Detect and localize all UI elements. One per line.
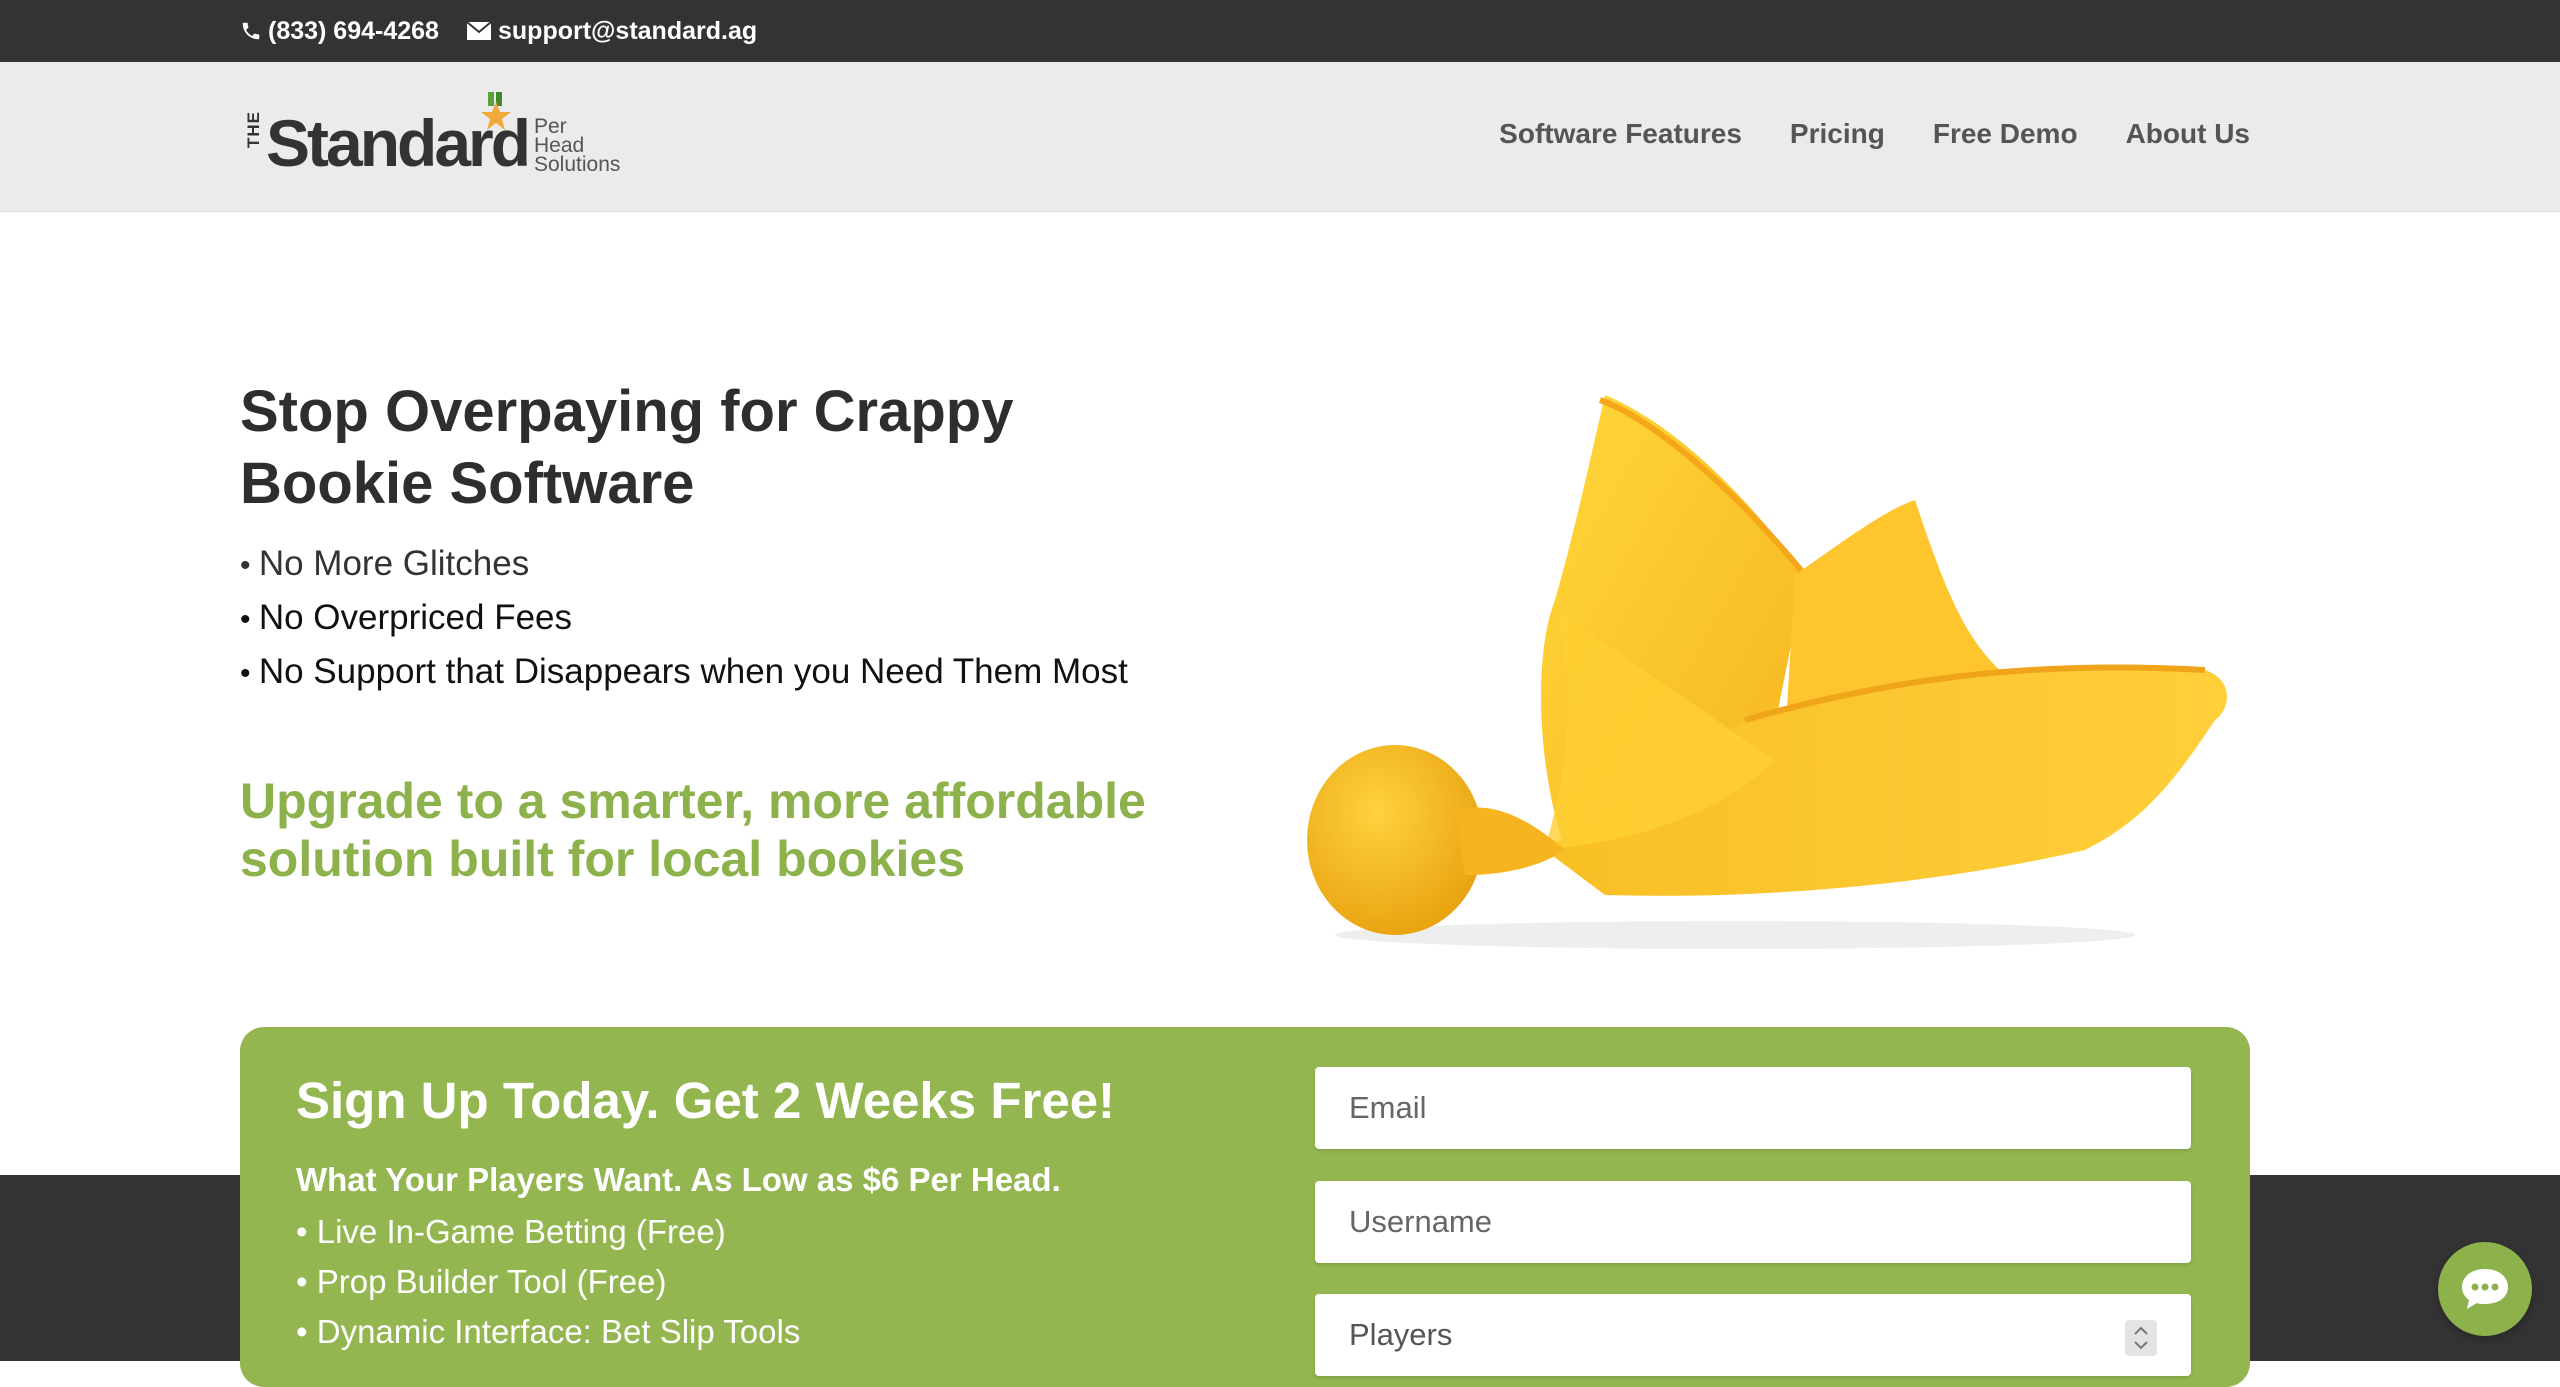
main-nav: Software Features Pricing Free Demo Abou… bbox=[1499, 118, 2250, 150]
hero-title: Stop Overpaying for Crappy Bookie Softwa… bbox=[240, 379, 1014, 516]
feature-item: Live In-Game Betting (Free) bbox=[296, 1207, 800, 1257]
signup-card: Sign Up Today. Get 2 Weeks Free! What Yo… bbox=[240, 1027, 2250, 1387]
stepper-arrows-icon bbox=[2134, 1326, 2148, 1350]
email-link[interactable]: support@standard.ag bbox=[466, 15, 757, 47]
signup-features: Live In-Game Betting (Free) Prop Builder… bbox=[296, 1207, 801, 1357]
nav-pricing[interactable]: Pricing bbox=[1790, 118, 1885, 150]
signup-subtitle: What Your Players Want. As Low as $6 Per… bbox=[296, 1161, 1061, 1198]
nav-about-us[interactable]: About Us bbox=[2126, 118, 2250, 150]
players-stepper[interactable] bbox=[2125, 1320, 2157, 1356]
top-bar: (833) 694-4268 support@standard.ag bbox=[0, 0, 2560, 62]
nav-free-demo[interactable]: Free Demo bbox=[1933, 118, 2078, 150]
hero-bullet: No Overpriced Fees bbox=[240, 592, 1128, 646]
star-icon bbox=[481, 92, 511, 130]
phone-icon bbox=[242, 22, 260, 40]
email-field[interactable] bbox=[1315, 1067, 2191, 1149]
hero-bullet: No More Glitches bbox=[240, 538, 1128, 592]
players-field[interactable]: Players bbox=[1315, 1294, 2191, 1376]
feature-item: Prop Builder Tool (Free) bbox=[296, 1257, 800, 1307]
hero-tagline: Upgrade to a smarter, more affordable so… bbox=[240, 773, 1146, 887]
chat-icon bbox=[2462, 1269, 2508, 1309]
phone-link[interactable]: (833) 694-4268 bbox=[240, 15, 439, 47]
mail-icon bbox=[466, 21, 492, 40]
logo-sub-solutions: Solutions bbox=[534, 153, 621, 176]
phone-number[interactable]: (833) 694-4268 bbox=[268, 17, 439, 46]
feature-item: Dynamic Interface: Bet Slip Tools bbox=[296, 1307, 801, 1357]
players-placeholder: Players bbox=[1349, 1317, 1453, 1352]
site-logo[interactable]: THE Standard Per Head Solutions bbox=[240, 92, 640, 184]
logo-tagline: Per Head Solutions bbox=[534, 116, 621, 176]
signup-title: Sign Up Today. Get 2 Weeks Free! bbox=[296, 1072, 1116, 1129]
email-address[interactable]: support@standard.ag bbox=[498, 17, 757, 46]
logo-prefix: THE bbox=[244, 111, 263, 148]
username-field[interactable] bbox=[1315, 1181, 2191, 1263]
hero-bullet: No Support that Disappears when you Need… bbox=[240, 646, 1128, 700]
hero-bullets: No More Glitches No Overpriced Fees No S… bbox=[240, 538, 1128, 700]
nav-software-features[interactable]: Software Features bbox=[1499, 118, 1742, 150]
penalty-flag-image bbox=[1307, 395, 2227, 949]
chat-button[interactable] bbox=[2438, 1242, 2532, 1336]
site-header: THE Standard Per Head Solutions Software… bbox=[0, 62, 2560, 212]
